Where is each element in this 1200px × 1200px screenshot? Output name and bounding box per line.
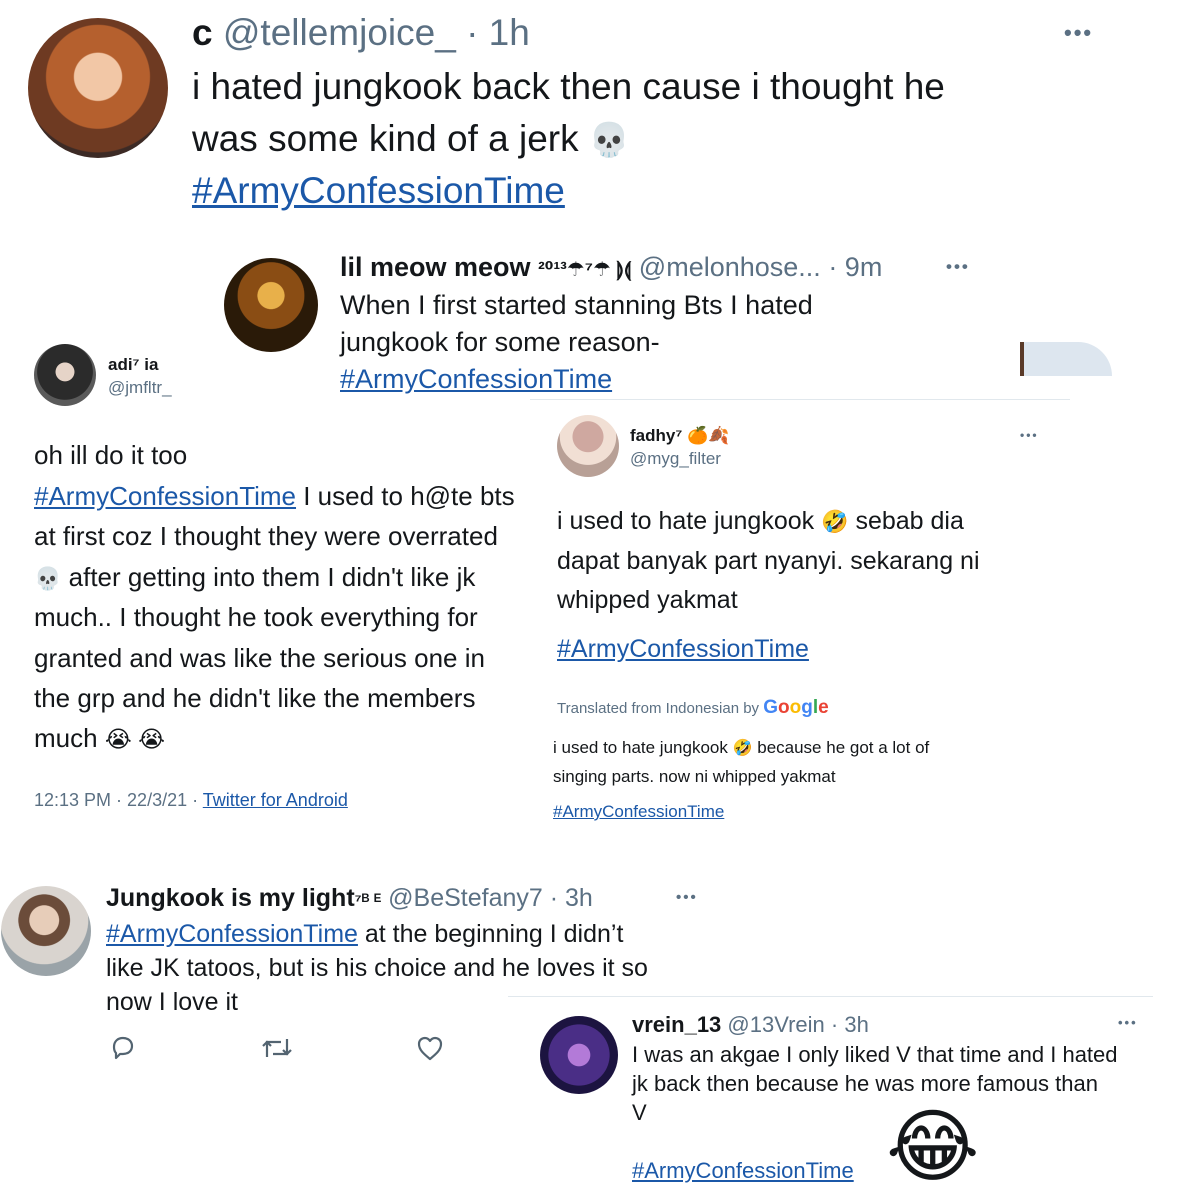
like-button[interactable]	[415, 1033, 445, 1063]
tweet-text-line: was some kind of a jerk	[192, 118, 579, 159]
tweet-text-line: oh ill do it too	[34, 440, 188, 470]
hashtag-link[interactable]: #ArmyConfessionTime	[106, 920, 358, 948]
avatar[interactable]	[540, 1016, 618, 1094]
tweet-text-segment: i used to hate jungkook	[557, 507, 815, 535]
reply-icon	[112, 1036, 134, 1060]
hashtag-link[interactable]: #ArmyConfessionTime	[632, 1158, 854, 1184]
hashtag-link[interactable]: #ArmyConfessionTime	[557, 635, 809, 664]
media-thumbnail[interactable]	[1020, 342, 1112, 376]
tweet-text-line: V	[632, 1100, 647, 1125]
laughing-emoji: 😂	[886, 1102, 980, 1191]
skull-emoji: 💀	[588, 121, 630, 158]
avatar[interactable]	[557, 415, 619, 477]
retweet-icon	[262, 1039, 292, 1057]
tweet-text-line: When I first started stanning Bts I hate…	[340, 290, 813, 320]
tweet-text-segment: after getting into them I didn't like jk	[61, 562, 476, 592]
tweet-text-line: granted and was like the serious one in	[34, 643, 485, 673]
source-link[interactable]: Twitter for Android	[203, 790, 348, 810]
google-logo[interactable]: Google	[763, 697, 828, 718]
author-name-suffix: ²⁰¹³☂⁷☂ ⟭⟬	[538, 259, 632, 281]
author-handle[interactable]: @myg_filter	[630, 449, 721, 469]
translated-text-segment: because he got a lot of	[752, 738, 930, 757]
retweet-button[interactable]	[260, 1033, 294, 1063]
tweet-text-line: dapat banyak part nyanyi. sekarang ni	[557, 547, 980, 575]
author-name[interactable]: adi⁷ ia	[108, 355, 158, 375]
more-options-icon[interactable]: •••	[1118, 1015, 1138, 1030]
tweet-text-line: I was an akgae I only liked V that time …	[632, 1042, 1118, 1067]
author-name[interactable]: Jungkook is my light	[106, 884, 355, 912]
tweet-text-line: i hated jungkook back then cause i thoug…	[192, 66, 945, 107]
tweet-time[interactable]: · 1h	[466, 12, 530, 53]
tweet-text-line: much.. I thought he took everything for	[34, 602, 478, 632]
hashtag-link[interactable]: #ArmyConfessionTime	[34, 481, 296, 511]
rofl-emoji: 🤣	[732, 740, 753, 757]
avatar[interactable]	[1, 886, 91, 976]
tweet-text-segment: at the beginning I didn’t	[357, 920, 624, 948]
avatar[interactable]	[224, 258, 318, 352]
tweet-text-line: at first coz I thought they were overrat…	[34, 521, 498, 551]
more-options-icon[interactable]: •••	[676, 889, 698, 906]
tweet-text-segment: much	[34, 723, 98, 753]
tweet-text-line: the grp and he didn't like the members	[34, 683, 476, 713]
translated-label: Translated from Indonesian by	[557, 700, 760, 717]
author-name-suffix: ⁷ᴮ ᴱ	[354, 891, 382, 910]
hashtag-link[interactable]: #ArmyConfessionTime	[192, 170, 565, 212]
author-name[interactable]: c	[192, 12, 213, 53]
tweet-text-line: whipped yakmat	[557, 586, 738, 614]
author-handle[interactable]: @jmfltr_	[108, 378, 172, 398]
author-handle[interactable]: @melonhose...	[639, 252, 821, 282]
author-handle[interactable]: @tellemjoice_	[223, 12, 456, 53]
tweet-text-segment: I used to h@te bts	[296, 481, 515, 511]
more-options-icon[interactable]: •••	[1020, 428, 1039, 442]
tweet-text-segment: sebab dia	[848, 507, 964, 535]
reply-button[interactable]	[108, 1033, 138, 1063]
heart-icon	[417, 1036, 443, 1061]
tweet-time[interactable]: · 3h	[831, 1012, 869, 1037]
author-name[interactable]: lil meow meow	[340, 252, 531, 282]
author-handle[interactable]: @13Vrein	[727, 1012, 824, 1037]
tweet-text-line: jungkook for some reason-	[340, 327, 660, 357]
hashtag-link[interactable]: #ArmyConfessionTime	[553, 802, 724, 822]
author-name[interactable]: vrein_13	[632, 1012, 721, 1037]
translated-text-line: singing parts. now ni whipped yakmat	[553, 767, 836, 786]
tweet-time[interactable]: · 3h	[550, 884, 593, 912]
tweet-text-line: like JK tatoos, but is his choice and he…	[106, 954, 648, 982]
avatar[interactable]	[28, 18, 168, 158]
tweet-time[interactable]: · 9m	[828, 252, 882, 282]
name-emoji: 🍊🍂	[687, 426, 730, 445]
tweet-text-line: now I love it	[106, 988, 239, 1016]
avatar[interactable]	[34, 344, 96, 406]
tweet-timestamp[interactable]: 12:13 PM · 22/3/21 ·	[34, 790, 203, 810]
author-handle[interactable]: @BeStefany7	[388, 884, 543, 912]
divider	[508, 996, 1153, 997]
crying-emoji: 😭 😭	[104, 726, 165, 752]
skull-emoji: 💀	[34, 566, 62, 591]
translated-text-segment: i used to hate jungkook	[553, 738, 728, 757]
more-options-icon[interactable]: •••	[946, 257, 970, 277]
author-name[interactable]: fadhy⁷	[630, 426, 682, 445]
tweet-text-line: jk back then because he was more famous …	[632, 1071, 1098, 1096]
rofl-emoji: 🤣	[821, 509, 849, 534]
more-options-icon[interactable]: •••	[1064, 20, 1093, 46]
hashtag-link[interactable]: #ArmyConfessionTime	[340, 364, 612, 395]
divider	[530, 399, 1070, 400]
